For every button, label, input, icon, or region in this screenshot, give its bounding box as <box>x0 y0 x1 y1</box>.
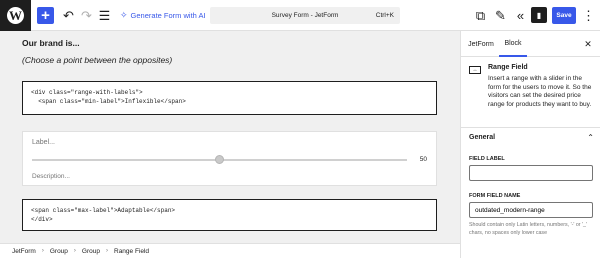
html-code-block[interactable]: <div class="range-with-labels"> <span cl… <box>22 81 437 115</box>
list-view-icon: ☰ <box>98 7 111 23</box>
command-palette[interactable]: Survey Form - JetForm Ctrl+K <box>210 7 400 24</box>
field-name-input[interactable] <box>469 202 593 218</box>
breadcrumb-item[interactable]: JetForm <box>12 248 36 255</box>
breadcrumb-item[interactable]: Group <box>82 248 100 255</box>
field-label-input[interactable] <box>469 165 593 181</box>
field-name-help: Should contain only Latin letters, numbe… <box>469 222 587 236</box>
range-value: 50 <box>419 156 427 163</box>
range-field-icon: ↔ <box>469 66 481 74</box>
collapse-icon: « <box>516 8 525 23</box>
chevron-right-icon: › <box>106 248 108 254</box>
redo-icon: ↷ <box>81 7 92 23</box>
top-toolbar: W + ↶ ↷ ☰ ✧ Generate Form with AI Survey… <box>0 0 600 31</box>
field-label-label: FIELD LABEL <box>469 156 505 162</box>
edit-icon: ✎ <box>495 7 506 23</box>
document-title: Survey Form - JetForm <box>271 12 339 19</box>
undo-icon: ↶ <box>63 7 74 23</box>
sidebar-tabs: JetForm Block ✕ <box>461 31 600 57</box>
settings-sidebar: JetForm Block ✕ ↔ Range Field Insert a r… <box>460 31 600 258</box>
form-subheading[interactable]: (Choose a point between the opposites) <box>22 55 172 65</box>
breadcrumb-item: Range Field <box>114 247 150 255</box>
breadcrumb: JetForm › Group › Group › Range Field <box>0 243 460 258</box>
command-shortcut: Ctrl+K <box>375 12 394 19</box>
edit-mode-button[interactable]: ✎ <box>492 7 509 24</box>
field-name-label: FORM FIELD NAME <box>469 193 521 199</box>
external-link-icon: ⧉ <box>475 7 486 23</box>
range-thumb[interactable] <box>215 155 224 164</box>
sparkle-icon: ✧ <box>120 10 128 20</box>
general-panel: General ⌃ FIELD LABEL FORM FIELD NAME Sh… <box>461 127 600 258</box>
view-post-button[interactable]: ⧉ <box>472 7 489 24</box>
breadcrumb-item[interactable]: Group <box>50 248 68 255</box>
wordpress-logo-icon[interactable]: W <box>0 0 31 31</box>
panel-title[interactable]: General <box>469 134 495 141</box>
chevron-right-icon: › <box>73 248 76 254</box>
more-options-button[interactable]: ⋮ <box>580 7 597 24</box>
chevron-up-icon[interactable]: ⌃ <box>587 133 594 142</box>
block-title: Range Field <box>488 64 528 71</box>
tab-jetform[interactable]: JetForm <box>465 31 497 57</box>
collapse-button[interactable]: « <box>512 7 529 24</box>
field-label[interactable]: Label... <box>32 139 55 146</box>
close-icon: ✕ <box>584 38 592 49</box>
redo-button[interactable]: ↷ <box>78 7 95 24</box>
settings-sidebar-toggle[interactable]: ▮ <box>531 7 547 23</box>
plus-icon: + <box>41 7 50 24</box>
form-heading[interactable]: Our brand is... <box>22 38 80 48</box>
save-button[interactable]: Save <box>552 7 576 24</box>
chevron-right-icon: › <box>41 248 44 254</box>
editor-canvas: Our brand is... (Choose a point between … <box>0 31 460 243</box>
block-description: Insert a range with a slider in the form… <box>488 75 592 108</box>
list-view-button[interactable]: ☰ <box>96 7 113 24</box>
undo-button[interactable]: ↶ <box>60 7 77 24</box>
range-field-block[interactable]: Label... 50 Description... <box>22 131 437 186</box>
close-sidebar-button[interactable]: ✕ <box>581 37 595 51</box>
html-code-block[interactable]: <span class="max-label">Adaptable</span>… <box>22 199 437 231</box>
tab-block[interactable]: Block <box>499 31 527 57</box>
generate-form-label: Generate Form with AI <box>130 11 206 20</box>
generate-form-ai-button[interactable]: ✧ Generate Form with AI <box>120 7 206 24</box>
sidebar-icon: ▮ <box>536 10 542 20</box>
more-icon: ⋮ <box>582 7 595 23</box>
add-block-button[interactable]: + <box>37 7 54 24</box>
field-description[interactable]: Description... <box>32 173 70 180</box>
